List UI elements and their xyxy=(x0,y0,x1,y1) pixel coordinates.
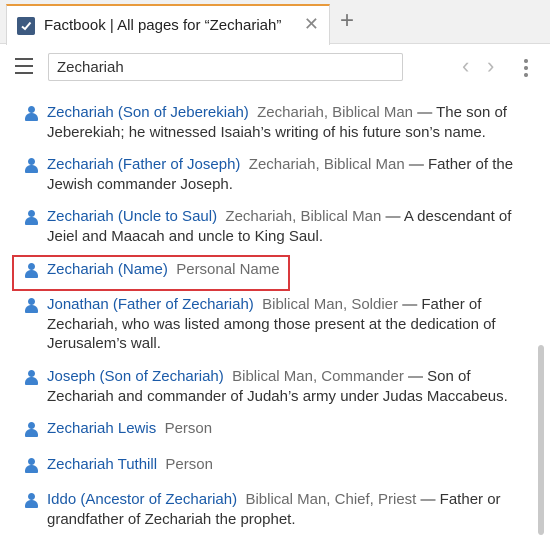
results-list: Zechariah (Son of Jeberekiah) Zechariah,… xyxy=(0,88,550,538)
search-input[interactable] xyxy=(48,53,403,81)
person-icon xyxy=(25,106,38,121)
result-category: Zechariah, Biblical Man xyxy=(225,208,382,225)
result-category: Biblical Man, Chief, Priest xyxy=(245,491,417,508)
result-category: Biblical Man, Commander xyxy=(232,368,404,385)
result-title-link[interactable]: Iddo (Ancestor of Zechariah) xyxy=(47,491,237,508)
vertical-dots-icon[interactable] xyxy=(524,59,528,80)
person-icon xyxy=(25,158,38,173)
scrollbar[interactable] xyxy=(538,345,544,535)
list-item[interactable]: Zechariah Tuthill Person xyxy=(0,455,532,475)
close-icon[interactable]: ✕ xyxy=(304,14,319,34)
person-icon xyxy=(25,458,38,473)
result-title-link[interactable]: Jonathan (Father of Zechariah) xyxy=(47,296,254,313)
checkbox-icon xyxy=(17,16,35,35)
result-title-link[interactable]: Joseph (Son of Zechariah) xyxy=(47,368,224,385)
toolbar: ‹ › xyxy=(0,45,550,88)
list-item[interactable]: Zechariah (Uncle to Saul) Zechariah, Bib… xyxy=(0,207,532,246)
tab-bar: Factbook | All pages for “Zechariah” ✕ + xyxy=(0,0,550,45)
result-title-link[interactable]: Zechariah (Son of Jeberekiah) xyxy=(47,104,249,121)
forward-icon[interactable]: › xyxy=(487,55,494,77)
result-title-link[interactable]: Zechariah Tuthill xyxy=(47,456,157,473)
result-title-link[interactable]: Zechariah (Uncle to Saul) xyxy=(47,208,217,225)
result-title-link[interactable]: Zechariah (Father of Joseph) xyxy=(47,156,240,173)
hamburger-menu-icon[interactable] xyxy=(15,58,33,74)
result-category: Zechariah, Biblical Man xyxy=(248,156,405,173)
new-tab-button[interactable]: + xyxy=(340,9,354,33)
result-category: Person xyxy=(165,456,213,473)
result-category: Person xyxy=(164,420,213,437)
back-icon[interactable]: ‹ xyxy=(462,55,469,77)
tab-factbook[interactable]: Factbook | All pages for “Zechariah” ✕ xyxy=(6,4,330,45)
list-item[interactable]: Zechariah Lewis Person xyxy=(0,419,532,439)
list-item[interactable]: Zechariah (Son of Jeberekiah) Zechariah,… xyxy=(0,103,532,142)
result-category: Biblical Man, Soldier xyxy=(262,296,399,313)
person-icon xyxy=(25,210,38,225)
list-item[interactable]: Joseph (Son of Zechariah) Biblical Man, … xyxy=(0,367,532,406)
highlight-box xyxy=(12,255,290,291)
result-category: Zechariah, Biblical Man xyxy=(257,104,414,121)
list-item[interactable]: Jonathan (Father of Zechariah) Biblical … xyxy=(0,295,532,354)
tab-title: Factbook | All pages for “Zechariah” xyxy=(44,17,282,34)
person-icon xyxy=(25,422,38,437)
list-item[interactable]: Zechariah (Father of Joseph) Zechariah, … xyxy=(0,155,532,194)
person-icon xyxy=(25,493,38,508)
person-icon xyxy=(25,298,38,313)
result-title-link[interactable]: Zechariah Lewis xyxy=(47,420,156,437)
person-icon xyxy=(25,370,38,385)
list-item[interactable]: Iddo (Ancestor of Zechariah) Biblical Ma… xyxy=(0,490,532,529)
